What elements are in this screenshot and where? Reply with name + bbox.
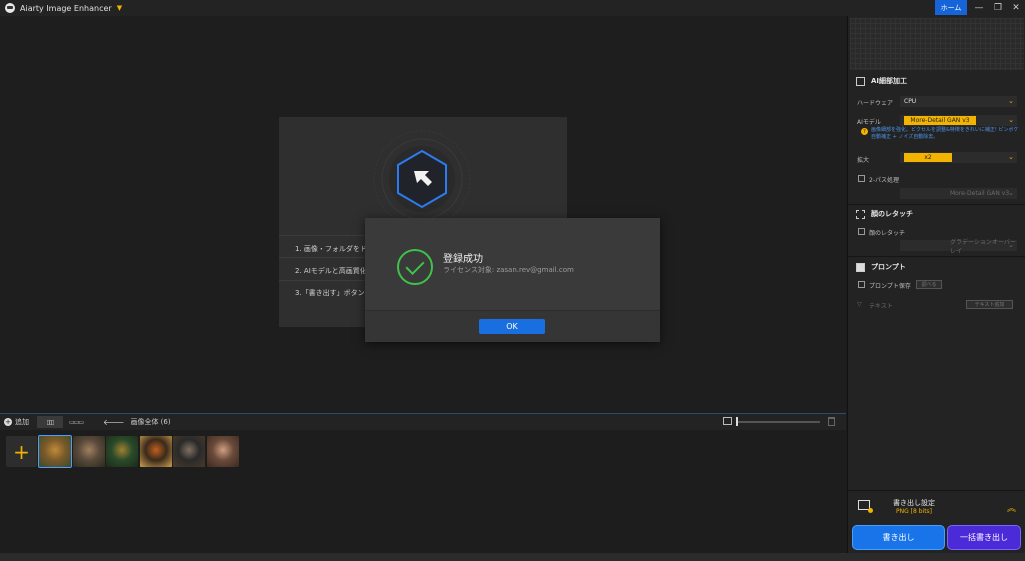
back-arrow-icon[interactable]: 🡐 [103,417,124,427]
minimize-button[interactable]: — [970,0,988,15]
text-label: テキスト [869,303,893,310]
all-images-filter[interactable]: 🡐 画像全体 (6) [103,417,171,427]
step-3-text: 3.「書き出す」ボタン [295,289,365,297]
registration-success-dialog: 登録成功 ライセンス対象: zasan.rev@gmail.com OK [365,218,660,342]
two-pass-model-value: More-Detail GAN v3 [950,190,1010,197]
step-1-text: 1. 画像・フォルダをド [295,245,367,253]
document-icon [856,262,865,272]
scale-label: 拡大 [857,157,870,164]
divider [848,204,1025,205]
export-settings[interactable]: 書き出し設定 PNG [8 bits] ︽ [848,490,1025,522]
strip-view-button[interactable]: ▭▭▭ [63,416,89,428]
thumbnail-forest-creature[interactable] [106,436,138,467]
prompt-save-checkbox[interactable] [858,281,865,288]
add-label: 追加 [15,418,29,426]
slider-handle[interactable] [736,417,738,426]
trash-icon[interactable] [828,417,835,426]
chevron-down-icon: ⌄ [1008,189,1014,197]
enhance-icon [856,76,865,86]
settings-panel: AI細部加工 ハードウェア CPU ⌄ AIモデル More-Detail GA… [847,16,1025,553]
restore-button[interactable]: ❐ [989,0,1007,15]
section-title: 顔のレタッチ [871,210,913,218]
ok-button[interactable]: OK [479,319,545,334]
chevron-down-icon: ⌄ [1008,116,1014,124]
ai-detail-section-header: AI細部加工 [856,76,907,86]
thumbnail-tiger[interactable] [38,435,72,468]
dialog-footer: OK [365,310,660,342]
add-image-tile[interactable]: + [6,436,37,467]
all-images-label: 画像全体 (6) [130,418,171,426]
image-list-area: + 追加 ▯▯▯ ▭▭▭ 🡐 画像全体 (6) + [0,413,846,553]
section-title: AI細部加工 [871,77,908,85]
scale-select[interactable]: x2 ⌄ [900,152,1017,163]
export-settings-icon [858,500,873,513]
two-pass-label: 2-パス処理 [869,177,899,184]
chevron-down-icon: ⌄ [1008,97,1014,105]
add-image-button[interactable]: + 追加 [4,417,29,427]
prompt-save-label: プロンプト保存 [869,283,911,290]
check-circle-icon [397,249,433,285]
ai-model-label: AIモデル [857,119,881,126]
export-button[interactable]: 書き出し [852,525,945,550]
chevron-down-icon: ⌄ [1008,241,1014,249]
ai-model-select[interactable]: More-Detail GAN v3 ⌄ [900,115,1017,126]
two-pass-checkbox[interactable] [858,175,865,182]
thumbnail-food[interactable] [139,436,172,467]
collapse-up-icon[interactable]: ︽ [1007,501,1016,514]
app-window: Aiarty Image Enhancer ▼ ホーム — ❐ ✕ 1. 画像・… [0,0,1025,561]
batch-export-button[interactable]: 一括書き出し [947,525,1021,550]
home-button[interactable]: ホーム [935,0,967,15]
filter-icon: ▽ [857,301,862,308]
prompt-section-header: プロンプト [856,262,906,272]
divider [848,256,1025,257]
ai-model-value: More-Detail GAN v3 [904,116,976,125]
scale-value: x2 [904,153,952,162]
navigator-preview[interactable] [850,18,1024,70]
export-settings-title: 書き出し設定 [893,499,935,507]
hardware-label: ハードウェア [857,100,894,107]
two-pass-model-select[interactable]: More-Detail GAN v3 ⌄ [900,188,1017,199]
help-icon: ? [861,128,868,135]
step-2-text: 2. AIモデルと高画質化 [295,267,367,275]
license-email-text: ライセンス対象: zasan.rev@gmail.com [443,266,574,274]
dialog-title: 登録成功 [443,254,483,265]
face-icon [856,209,865,219]
hardware-select[interactable]: CPU ⌄ [900,96,1017,107]
upload-hexagon-icon[interactable] [372,129,472,229]
app-title: Aiarty Image Enhancer [20,3,112,13]
title-bar: Aiarty Image Enhancer ▼ [0,0,1025,16]
add-text-button[interactable]: テキスト追加 [966,300,1013,309]
grid-view-button[interactable]: ▯▯▯ [37,416,63,428]
thumbnail-size-slider[interactable] [736,421,820,423]
face-retouch-value: グラデーションオーバーレイ [950,238,1016,255]
face-retouch-checkbox[interactable] [858,228,865,235]
image-size-icon [723,417,732,425]
thumbnail-portrait[interactable] [206,436,239,467]
face-retouch-section-header: 顔のレタッチ [856,209,913,219]
view-button[interactable]: 調べる [916,280,942,289]
status-bar [0,553,1025,561]
plus-circle-icon: + [4,418,12,426]
image-list-toolbar: + 追加 ▯▯▯ ▭▭▭ 🡐 画像全体 (6) [0,414,846,430]
export-format: PNG [8 bits] [896,508,933,515]
thumbnail-warrior[interactable] [173,436,205,467]
app-logo-icon [5,3,15,13]
chevron-down-icon: ⌄ [1008,153,1014,161]
face-retouch-select[interactable]: グラデーションオーバーレイ ⌄ [900,239,1017,255]
hardware-value: CPU [904,98,917,105]
section-title: プロンプト [871,263,906,271]
chevron-down-icon[interactable]: ▼ [117,4,122,12]
face-retouch-label: 顔のレタッチ [869,230,906,237]
thumbnail-wolf[interactable] [72,436,105,467]
close-button[interactable]: ✕ [1007,0,1025,15]
preview-area[interactable]: 1. 画像・フォルダをド 2. AIモデルと高画質化 3.「書き出す」ボタン [0,16,846,413]
model-description: 画像細部を強化。ピクセルを調整&特徴をきれいに補正! ピンボケ自動補正 + ノイ… [871,127,1019,140]
